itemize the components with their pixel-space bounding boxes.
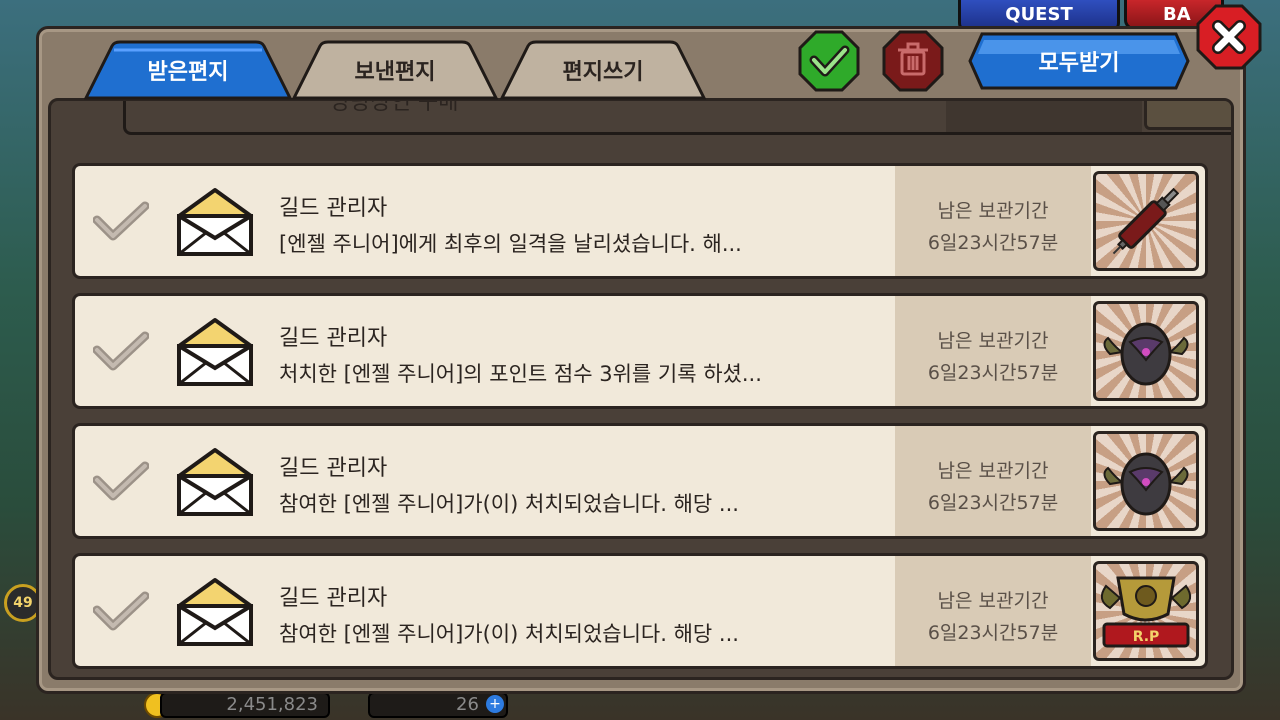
- reward-slot[interactable]: [1093, 431, 1199, 531]
- rp-trophy-icon: R.P: [1100, 576, 1192, 648]
- checkmark-icon[interactable]: [93, 590, 149, 632]
- reward-slot[interactable]: [1093, 301, 1199, 401]
- tab-label: 보낸편지: [354, 60, 436, 85]
- tab-received-mail[interactable]: 받은편지: [84, 40, 292, 100]
- receive-all-button[interactable]: 모두받기: [968, 32, 1190, 90]
- gold-amount: 2,451,823: [160, 692, 330, 718]
- expiry-label: 남은 보관기간: [937, 460, 1049, 482]
- mail-row[interactable]: 길드 관리자 참여한 [엔젤 주니어]가(이) 처치되었습니다. 해당 ... …: [72, 553, 1208, 669]
- delete-button[interactable]: [882, 30, 944, 92]
- mail-row-partial[interactable]: 방랑상인 구매: [123, 98, 1231, 135]
- expiry-pane: [946, 101, 1142, 132]
- close-button[interactable]: [1196, 4, 1262, 70]
- open-envelope-icon: [177, 318, 253, 386]
- dark-egg-icon: [1103, 452, 1189, 516]
- expiry-time: 6일23시간57분: [927, 492, 1059, 514]
- add-gem-icon: +: [486, 695, 504, 713]
- reward-slot: [1144, 101, 1231, 130]
- mail-sender: 길드 관리자: [279, 586, 388, 611]
- trash-icon: [898, 42, 928, 76]
- checkmark-icon[interactable]: [93, 330, 149, 372]
- expiry-label: 남은 보관기간: [937, 590, 1049, 612]
- mail-sender: 길드 관리자: [279, 196, 388, 221]
- expiry-time: 6일23시간57분: [927, 622, 1059, 644]
- open-envelope-icon: [177, 188, 253, 256]
- mail-message: 방랑상인 구매: [330, 98, 459, 115]
- mail-row[interactable]: 길드 관리자 처치한 [엔젤 주니어]의 포인트 점수 3위를 기록 하셨...…: [72, 293, 1208, 409]
- expiry-time: 6일23시간57분: [927, 362, 1059, 384]
- open-envelope-icon: [177, 448, 253, 516]
- expiry-label: 남은 보관기간: [937, 200, 1049, 222]
- checkmark-icon[interactable]: [93, 460, 149, 502]
- expiry-label: 남은 보관기간: [937, 330, 1049, 352]
- expiry-time: 6일23시간57분: [927, 232, 1059, 254]
- tab-write-mail[interactable]: 편지쓰기: [500, 40, 706, 100]
- mail-sender: 길드 관리자: [279, 456, 388, 481]
- mail-message: [엔젤 주니어]에게 최후의 일격을 날리셨습니다. 해...: [279, 232, 742, 256]
- svg-text:R.P: R.P: [1133, 629, 1160, 645]
- mail-message: 참여한 [엔젤 주니어]가(이) 처치되었습니다. 해당 ...: [279, 622, 739, 646]
- tab-label: 받은편지: [147, 60, 229, 85]
- select-all-button[interactable]: [798, 30, 860, 92]
- checkmark-icon[interactable]: [93, 200, 149, 242]
- syringe-icon: [1112, 187, 1180, 255]
- reward-slot[interactable]: R.P: [1093, 561, 1199, 661]
- mail-list: 방랑상인 구매 길드 관리자 [엔젤 주니어]에게 최후의 일격을 날리셨습니다…: [48, 98, 1234, 680]
- receive-all-label: 모두받기: [1038, 51, 1120, 76]
- mail-message: 처치한 [엔젤 주니어]의 포인트 점수 3위를 기록 하셨...: [279, 362, 762, 386]
- dark-egg-icon: [1103, 322, 1189, 386]
- mail-row[interactable]: 길드 관리자 참여한 [엔젤 주니어]가(이) 처치되었습니다. 해당 ... …: [72, 423, 1208, 539]
- reward-slot[interactable]: [1093, 171, 1199, 271]
- mail-message: 참여한 [엔젤 주니어]가(이) 처치되었습니다. 해당 ...: [279, 492, 739, 516]
- open-envelope-icon: [177, 578, 253, 646]
- tab-sent-mail[interactable]: 보낸편지: [292, 40, 498, 100]
- mail-row[interactable]: 길드 관리자 [엔젤 주니어]에게 최후의 일격을 날리셨습니다. 해... 남…: [72, 163, 1208, 279]
- tab-label: 편지쓰기: [562, 60, 644, 85]
- mail-sender: 길드 관리자: [279, 326, 388, 351]
